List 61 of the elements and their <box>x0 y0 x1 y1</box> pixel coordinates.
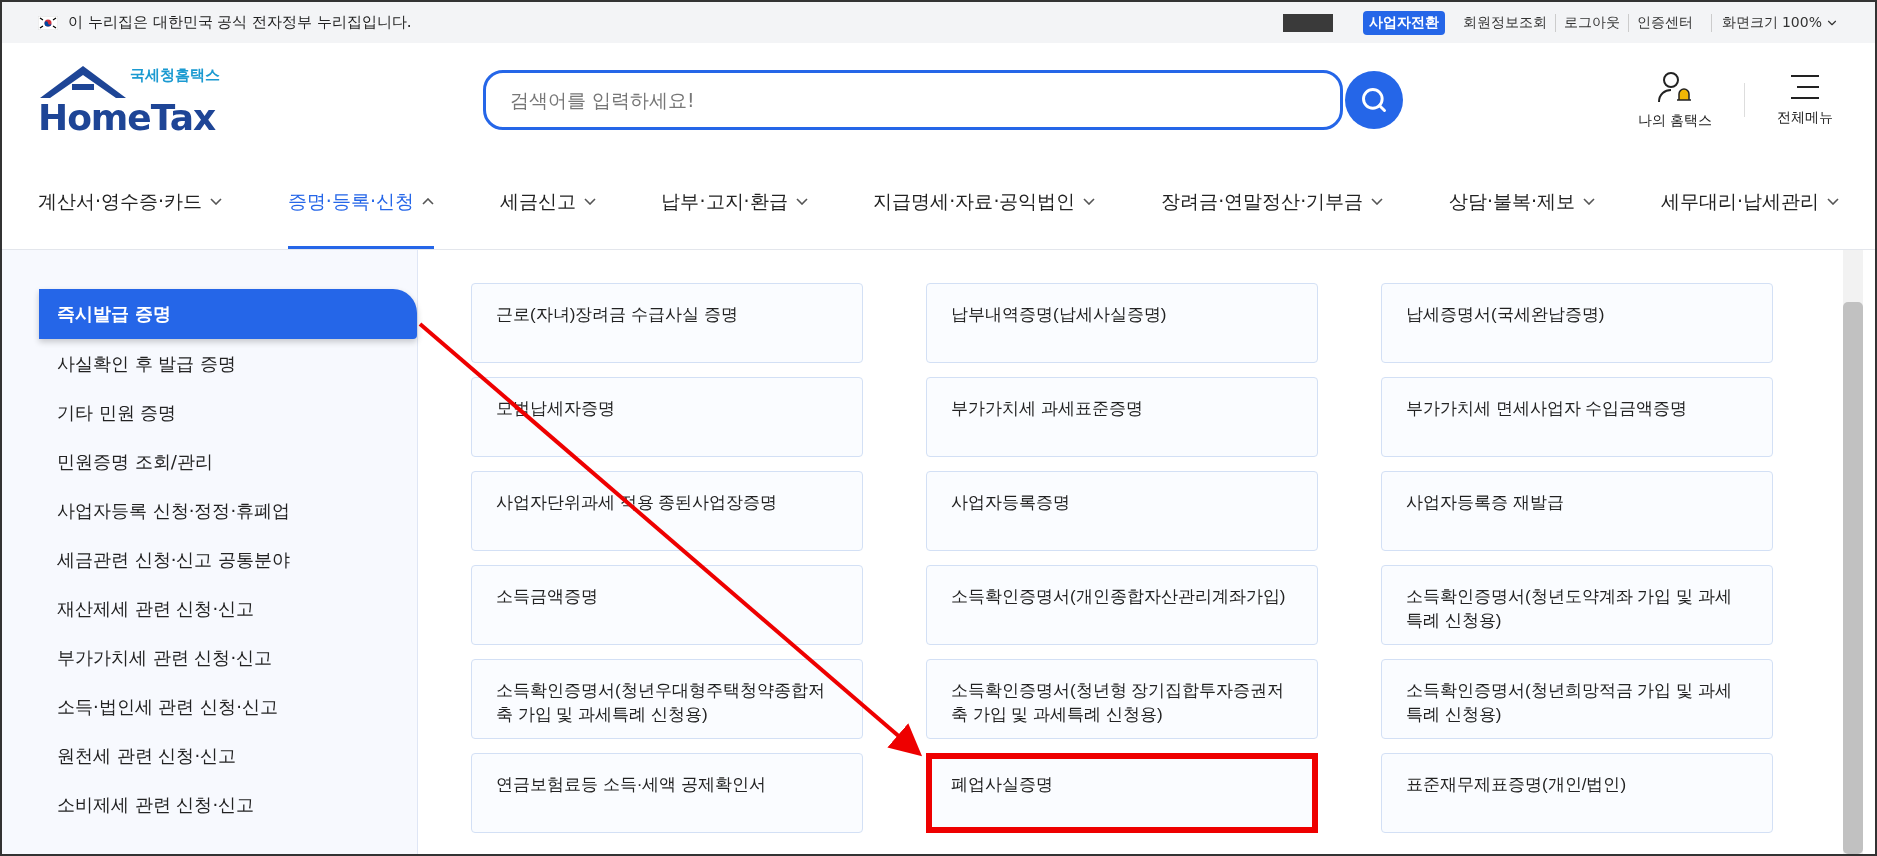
certificate-card[interactable]: 소득확인증명서(청년도약계좌 가입 및 과세특례 신청용) <box>1381 565 1773 645</box>
nav-tab[interactable]: 상담·불복·제보 <box>1449 157 1596 249</box>
notice-text: 이 누리집은 대한민국 공식 전자정부 누리집입니다. <box>68 13 413 32</box>
chevron-down-icon <box>1583 198 1596 205</box>
certificate-card[interactable]: 납세증명서(국세완납증명) <box>1381 283 1773 363</box>
sidebar-item[interactable]: 소득·법인세 관련 신청·신고 <box>39 682 417 731</box>
menu-icon <box>1789 73 1821 101</box>
scrollbar[interactable] <box>1843 250 1863 854</box>
sidebar-item[interactable]: 세금관련 신청·신고 공통분야 <box>39 535 417 584</box>
certificate-card[interactable]: 부가가치세 면세사업자 수입금액증명 <box>1381 377 1773 457</box>
zoom-button[interactable]: 화면크기 100% <box>1710 13 1839 32</box>
certificate-card[interactable]: 소득확인증명서(개인종합자산관리계좌가입) <box>926 565 1318 645</box>
search-icon <box>1360 86 1388 114</box>
nav-tab[interactable]: 세무대리·납세관리 <box>1660 157 1839 249</box>
nav-tab[interactable]: 세금신고 <box>499 157 596 249</box>
sidebar-item[interactable]: 기타 민원 증명 <box>39 388 417 437</box>
sidebar-item[interactable]: 재산제세 관련 신청·신고 <box>39 584 417 633</box>
chevron-down-icon <box>210 198 223 205</box>
certificate-card[interactable]: 납부내역증명(납세사실증명) <box>926 283 1318 363</box>
certificate-card[interactable]: 근로(자녀)장려금 수급사실 증명 <box>471 283 863 363</box>
nav-tab[interactable]: 계산서·영수증·카드 <box>38 157 223 249</box>
top-link[interactable]: 회원정보조회 <box>1454 13 1555 32</box>
sidebar-item[interactable]: 즉시발급 증명 <box>39 289 417 339</box>
certificate-card[interactable]: 폐업사실증명 <box>926 753 1318 833</box>
logo-subtitle: 국세청홈택스 <box>130 66 220 85</box>
top-link[interactable]: 로그아웃 <box>1554 13 1628 32</box>
sidebar-item[interactable]: 부가가치세 관련 신청·신고 <box>39 633 417 682</box>
certificate-card[interactable]: 표준재무제표증명(개인/법인) <box>1381 753 1773 833</box>
sidebar-item[interactable]: 민원증명 조회/관리 <box>39 437 417 486</box>
flag-icon <box>38 15 58 30</box>
chevron-down-icon <box>1371 198 1384 205</box>
chevron-down-icon <box>1083 198 1096 205</box>
chevron-down-icon <box>1826 198 1839 205</box>
certificate-card[interactable]: 소득금액증명 <box>471 565 863 645</box>
logo-title: HomeTax <box>38 98 217 138</box>
user-bell-icon <box>1656 70 1693 104</box>
top-link[interactable]: 인증센터 <box>1627 13 1701 32</box>
sidebar-item[interactable]: 사실확인 후 발급 증명 <box>39 339 417 388</box>
search-button[interactable] <box>1345 71 1403 129</box>
certificate-card[interactable]: 연금보험료등 소득·세액 공제확인서 <box>471 753 863 833</box>
my-hometax-button[interactable]: 나의 홈택스 <box>1631 69 1718 131</box>
certificate-card[interactable]: 사업자등록증 재발급 <box>1381 471 1773 551</box>
nav-tab[interactable]: 납부·고지·환급 <box>661 157 808 249</box>
chevron-down-icon <box>583 198 596 205</box>
switch-button[interactable]: 사업자전환 <box>1362 10 1445 35</box>
certificate-card[interactable]: 소득확인증명서(청년형 장기집합투자증권저축 가입 및 과세특례 신청용) <box>926 659 1318 739</box>
certificate-card[interactable]: 소득확인증명서(청년우대형주택청약종합저축 가입 및 과세특례 신청용) <box>471 659 863 739</box>
nav-tab[interactable]: 장려금·연말정산·기부금 <box>1161 157 1384 249</box>
certificate-card[interactable]: 부가가치세 과세표준증명 <box>926 377 1318 457</box>
sidebar-item[interactable]: 원천세 관련 신청·신고 <box>39 731 417 780</box>
sidebar-item[interactable]: 사업자등록 신청·정정·휴폐업 <box>39 486 417 535</box>
chevron-down-icon <box>795 198 808 205</box>
redacted-block <box>1282 13 1333 32</box>
search-field[interactable]: 검색어를 입력하세요! <box>483 70 1343 130</box>
certificate-card[interactable]: 소득확인증명서(청년희망적금 가입 및 과세특례 신청용) <box>1381 659 1773 739</box>
chevron-up-icon <box>421 198 434 205</box>
all-menu-button[interactable]: 전체메뉴 <box>1771 72 1839 128</box>
sidebar-item[interactable]: 소비제세 관련 신청·신고 <box>39 780 417 829</box>
certificate-card[interactable]: 사업자등록증명 <box>926 471 1318 551</box>
nav-tab[interactable]: 지급명세·자료·공익법인 <box>873 157 1096 249</box>
logo[interactable]: 국세청홈택스 HomeTax <box>38 62 483 138</box>
